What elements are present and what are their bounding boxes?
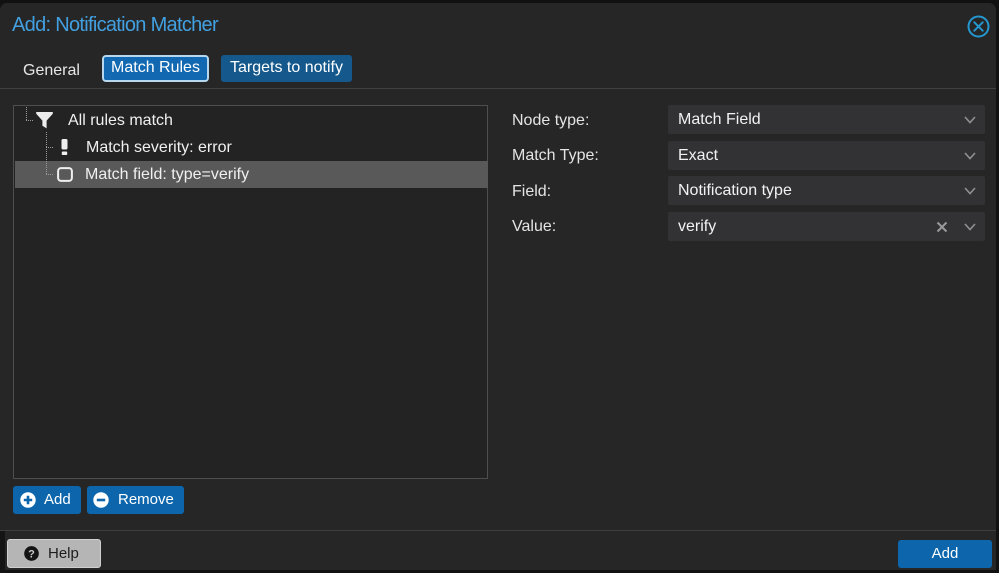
- svg-text:?: ?: [28, 548, 35, 560]
